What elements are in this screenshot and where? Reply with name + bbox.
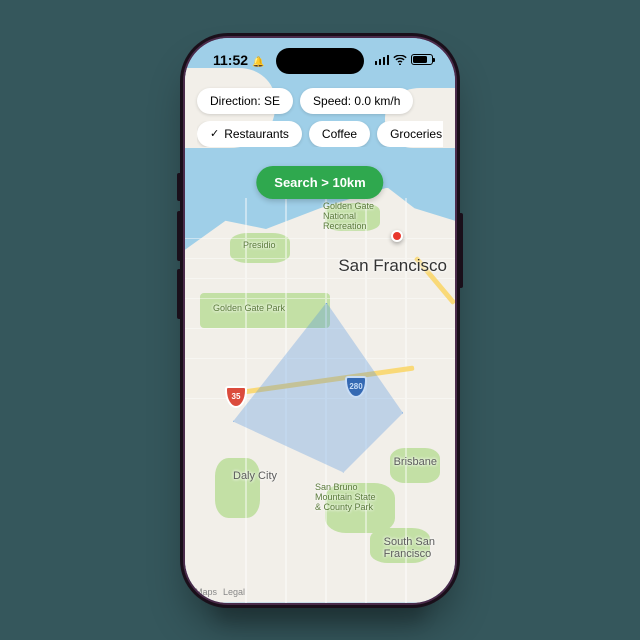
park-label: Golden Gate National Recreation	[323, 201, 374, 231]
park-label: Golden Gate Park	[213, 303, 285, 313]
cellular-icon	[375, 55, 390, 65]
place-label: Daly City	[233, 470, 277, 482]
status-time: 11:52 🔔	[213, 52, 264, 68]
place-label: Brisbane	[394, 456, 437, 468]
category-chip[interactable]: Restaurants	[197, 121, 302, 147]
park-label: Presidio	[243, 240, 276, 250]
category-chip[interactable]: Groceries	[377, 121, 443, 147]
phone-frame: 11:52 🔔 35 280 Sausalito Angel Island Sa…	[180, 33, 460, 608]
wifi-icon	[393, 55, 407, 65]
city-label: San Francisco	[338, 256, 447, 276]
app-screen: 11:52 🔔 35 280 Sausalito Angel Island Sa…	[185, 38, 455, 603]
battery-icon	[411, 54, 433, 65]
location-pin-icon[interactable]	[391, 230, 403, 242]
legal-link[interactable]: Legal	[223, 587, 245, 597]
category-chip[interactable]: Coffee	[309, 121, 370, 147]
speed-pill[interactable]: Speed: 0.0 km/h	[300, 88, 413, 114]
direction-pill[interactable]: Direction: SE	[197, 88, 293, 114]
place-label: South San Francisco	[384, 536, 435, 560]
map-attribution: Maps Legal	[195, 587, 245, 597]
dynamic-island	[276, 48, 364, 74]
search-button[interactable]: Search > 10km	[256, 166, 383, 199]
maps-logo[interactable]: Maps	[195, 587, 217, 597]
category-chips[interactable]: RestaurantsCoffeeGroceriesCh	[197, 121, 443, 147]
park-label: San Bruno Mountain State & County Park	[315, 482, 376, 512]
